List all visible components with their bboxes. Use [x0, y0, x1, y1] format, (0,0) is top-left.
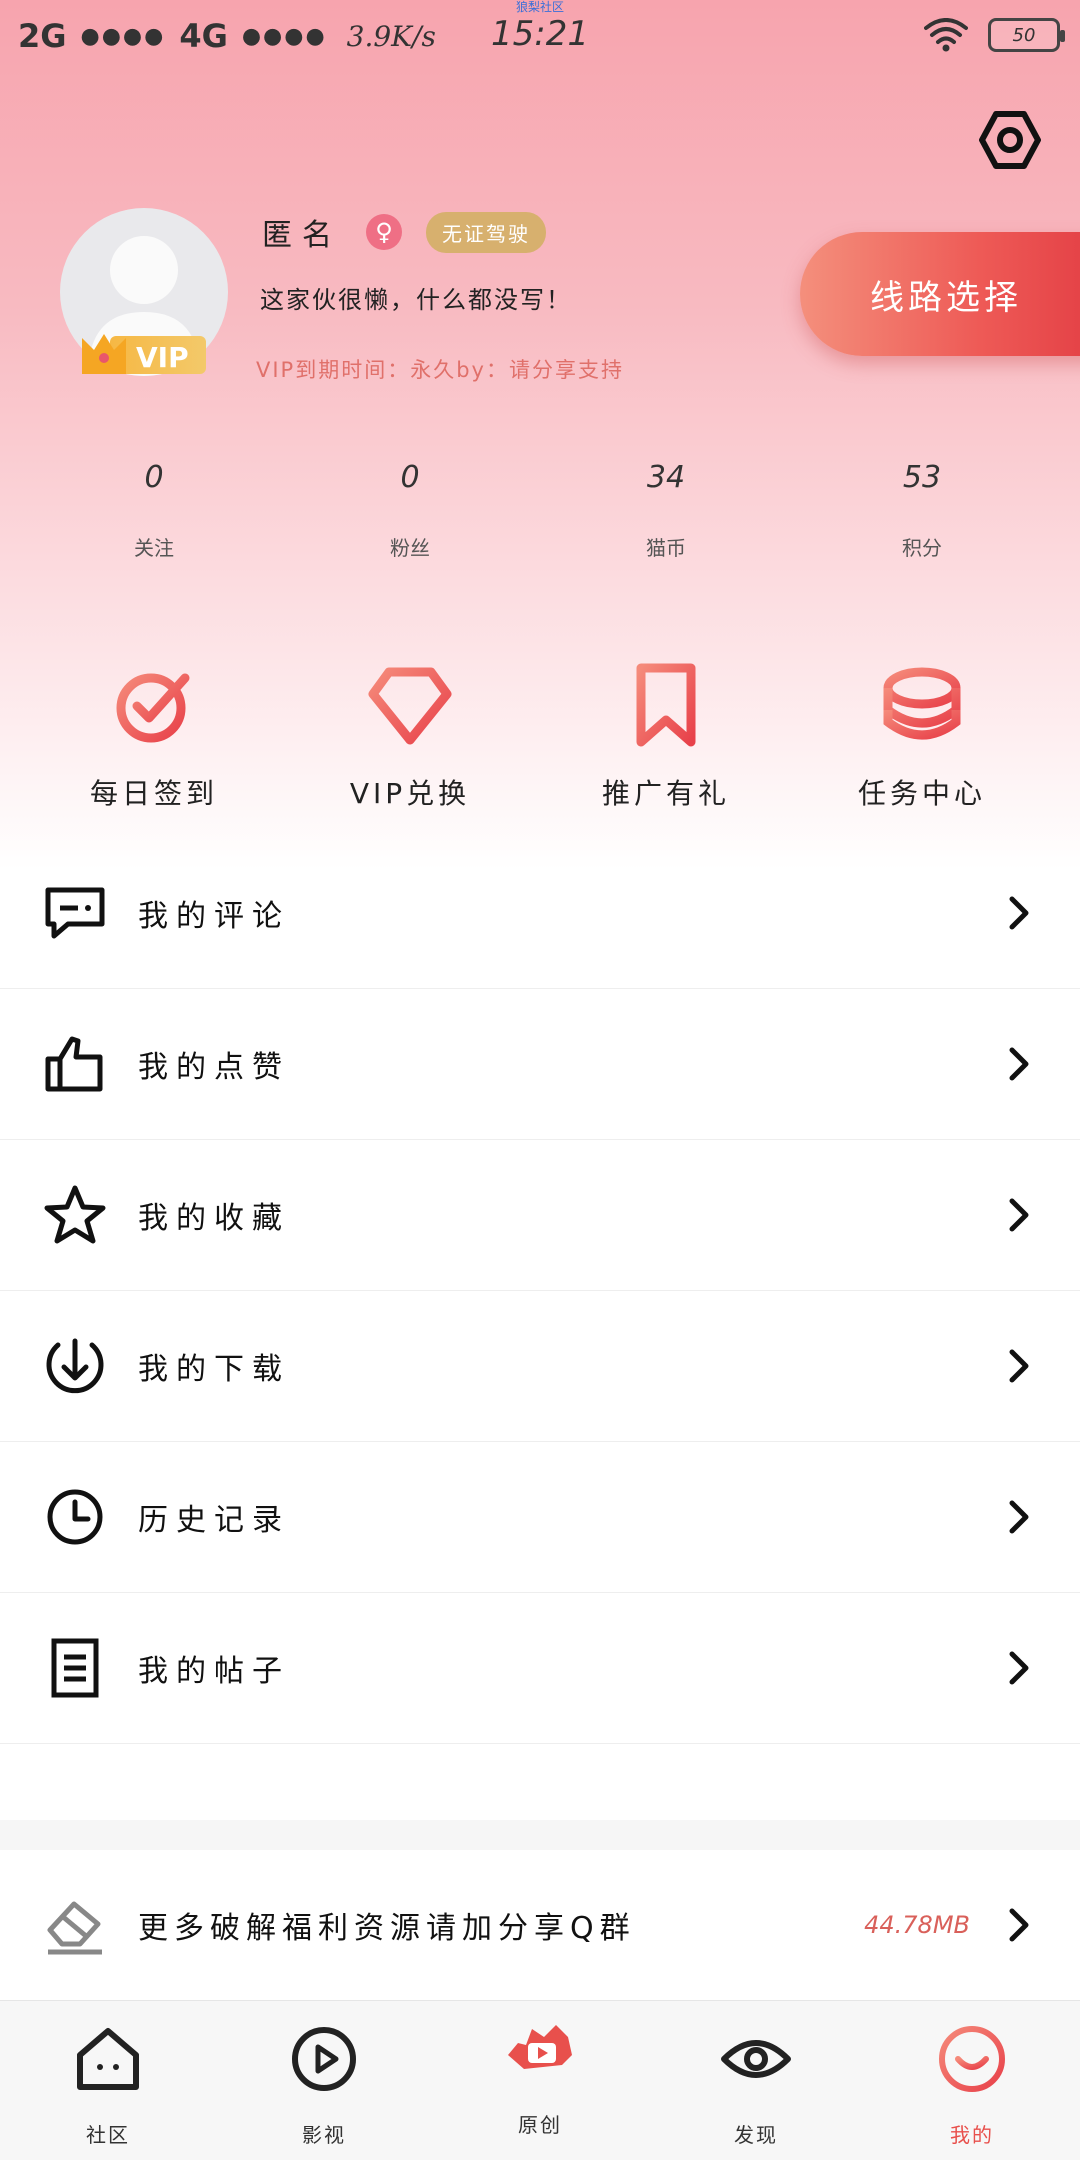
section-divider	[0, 1820, 1080, 1850]
menu-item-downloads[interactable]: 我的下载	[0, 1291, 1080, 1442]
stat-value: 53	[902, 460, 942, 495]
chevron-right-icon	[1009, 896, 1029, 930]
tab-label: 影视	[302, 2123, 346, 2147]
thumb-up-icon	[45, 1036, 103, 1092]
action-label: 任务中心	[857, 777, 986, 810]
action-task-center[interactable]: 任务中心	[794, 660, 1050, 812]
status-app-name: 狼梨社区	[515, 0, 564, 14]
status-right: 50	[924, 18, 1065, 52]
menu-item-history[interactable]: 历史记录	[0, 1442, 1080, 1593]
chevron-right-icon	[1009, 1198, 1029, 1232]
profile-name-row: 匿名 ♀ 无证驾驶	[262, 210, 546, 254]
stat-label: 猫币	[646, 536, 686, 560]
tab-label: 我的	[950, 2123, 994, 2147]
menu-label: 我的下载	[138, 1352, 290, 1387]
download-icon	[46, 1338, 104, 1394]
status-bar: 2G ●●●● 4G ●●●● 3.9K/s 狼梨社区 15:21 50	[0, 0, 1080, 72]
checkin-icon	[116, 673, 190, 743]
battery-level: 50	[1012, 24, 1036, 46]
menu-item-posts[interactable]: 我的帖子	[0, 1593, 1080, 1744]
clock-icon	[47, 1489, 103, 1545]
smile-icon	[939, 2026, 1005, 2092]
female-gender-icon: ♀	[366, 214, 402, 250]
menu-label: 我的评论	[138, 899, 290, 934]
chevron-right-icon	[1009, 1651, 1029, 1685]
stat-coins[interactable]: 34 猫币	[538, 460, 794, 561]
stat-label: 关注	[134, 536, 174, 560]
vip-crown-badge: VIP	[82, 334, 206, 374]
tab-original[interactable]: 原创	[432, 2001, 648, 2160]
coins-icon	[883, 667, 961, 740]
chevron-right-icon	[1009, 1908, 1029, 1942]
action-label: 推广有礼	[601, 777, 730, 810]
stat-label: 粉丝	[390, 536, 430, 560]
action-vip-exchange[interactable]: VIP兑换	[282, 660, 538, 812]
tab-label: 发现	[734, 2123, 778, 2147]
action-label: VIP兑换	[349, 777, 471, 810]
action-promotion[interactable]: 推广有礼	[538, 660, 794, 812]
route-select-button[interactable]: 线路选择	[800, 232, 1080, 356]
stat-value: 0	[144, 460, 164, 495]
eraser-icon	[47, 1901, 102, 1955]
action-label: 每日签到	[89, 777, 218, 810]
menu-label: 历史记录	[138, 1503, 290, 1538]
profile-name: 匿名	[262, 218, 342, 253]
battery-indicator: 50	[988, 18, 1065, 52]
comment-icon	[45, 887, 105, 939]
menu-item-likes[interactable]: 我的点赞	[0, 989, 1080, 1140]
stat-fans[interactable]: 0 粉丝	[282, 460, 538, 561]
menu-label: 我的帖子	[138, 1654, 290, 1689]
eye-icon	[721, 2040, 791, 2078]
menu-label: 我的点赞	[138, 1050, 290, 1085]
original-icon	[508, 2025, 572, 2069]
tab-mine[interactable]: 我的	[864, 2001, 1080, 2160]
chevron-right-icon	[1009, 1500, 1029, 1534]
cache-size: 44.78MB	[864, 1911, 970, 1939]
settings-hex-icon[interactable]	[978, 108, 1042, 172]
menu-item-favorites[interactable]: 我的收藏	[0, 1140, 1080, 1291]
status-time: 15:21	[491, 14, 589, 54]
tab-discover[interactable]: 发现	[648, 2001, 864, 2160]
wifi-icon	[924, 18, 968, 52]
stat-points[interactable]: 53 积分	[794, 460, 1050, 561]
tab-label: 原创	[518, 2113, 562, 2137]
action-daily-checkin[interactable]: 每日签到	[26, 660, 282, 812]
chevron-right-icon	[1009, 1047, 1029, 1081]
tab-label: 社区	[86, 2123, 130, 2147]
profile-tag: 无证驾驶	[426, 211, 546, 253]
menu-item-comments[interactable]: 我的评论	[0, 838, 1080, 989]
quick-actions: 每日签到 VIP兑换 推广有礼 任务中心	[0, 660, 1080, 812]
vip-badge-label: VIP	[136, 341, 189, 374]
bookmark-icon	[636, 663, 696, 747]
profile-bio: 这家伙很懒，什么都没写！	[260, 286, 572, 314]
bottom-tab-bar: 社区 影视 原创 发现 我的	[0, 2000, 1080, 2160]
stats-row: 0 关注 0 粉丝 34 猫币 53 积分	[0, 460, 1080, 561]
document-icon	[51, 1638, 99, 1698]
vip-expire-text: VIP到期时间：永久by：请分享支持	[256, 358, 624, 382]
promo-clear-cache-row[interactable]: 更多破解福利资源请加分享Q群 44.78MB	[0, 1850, 1080, 2000]
tab-community[interactable]: 社区	[0, 2001, 216, 2160]
stat-label: 积分	[902, 536, 942, 560]
home-icon	[77, 2028, 139, 2090]
diamond-icon	[368, 667, 452, 745]
promo-label: 更多破解福利资源请加分享Q群	[138, 1911, 636, 1946]
chevron-right-icon	[1009, 1349, 1029, 1383]
menu-label: 我的收藏	[138, 1201, 290, 1236]
star-icon	[44, 1185, 106, 1244]
stat-follow[interactable]: 0 关注	[26, 460, 282, 561]
stat-value: 0	[400, 460, 420, 495]
stat-value: 34	[646, 460, 686, 495]
status-center: 狼梨社区 15:21	[0, 0, 1080, 54]
play-icon	[292, 2027, 356, 2091]
tab-video[interactable]: 影视	[216, 2001, 432, 2160]
menu-list: 我的评论 我的点赞 我的收藏 我的下载 历史记录 我的帖子	[0, 838, 1080, 1744]
